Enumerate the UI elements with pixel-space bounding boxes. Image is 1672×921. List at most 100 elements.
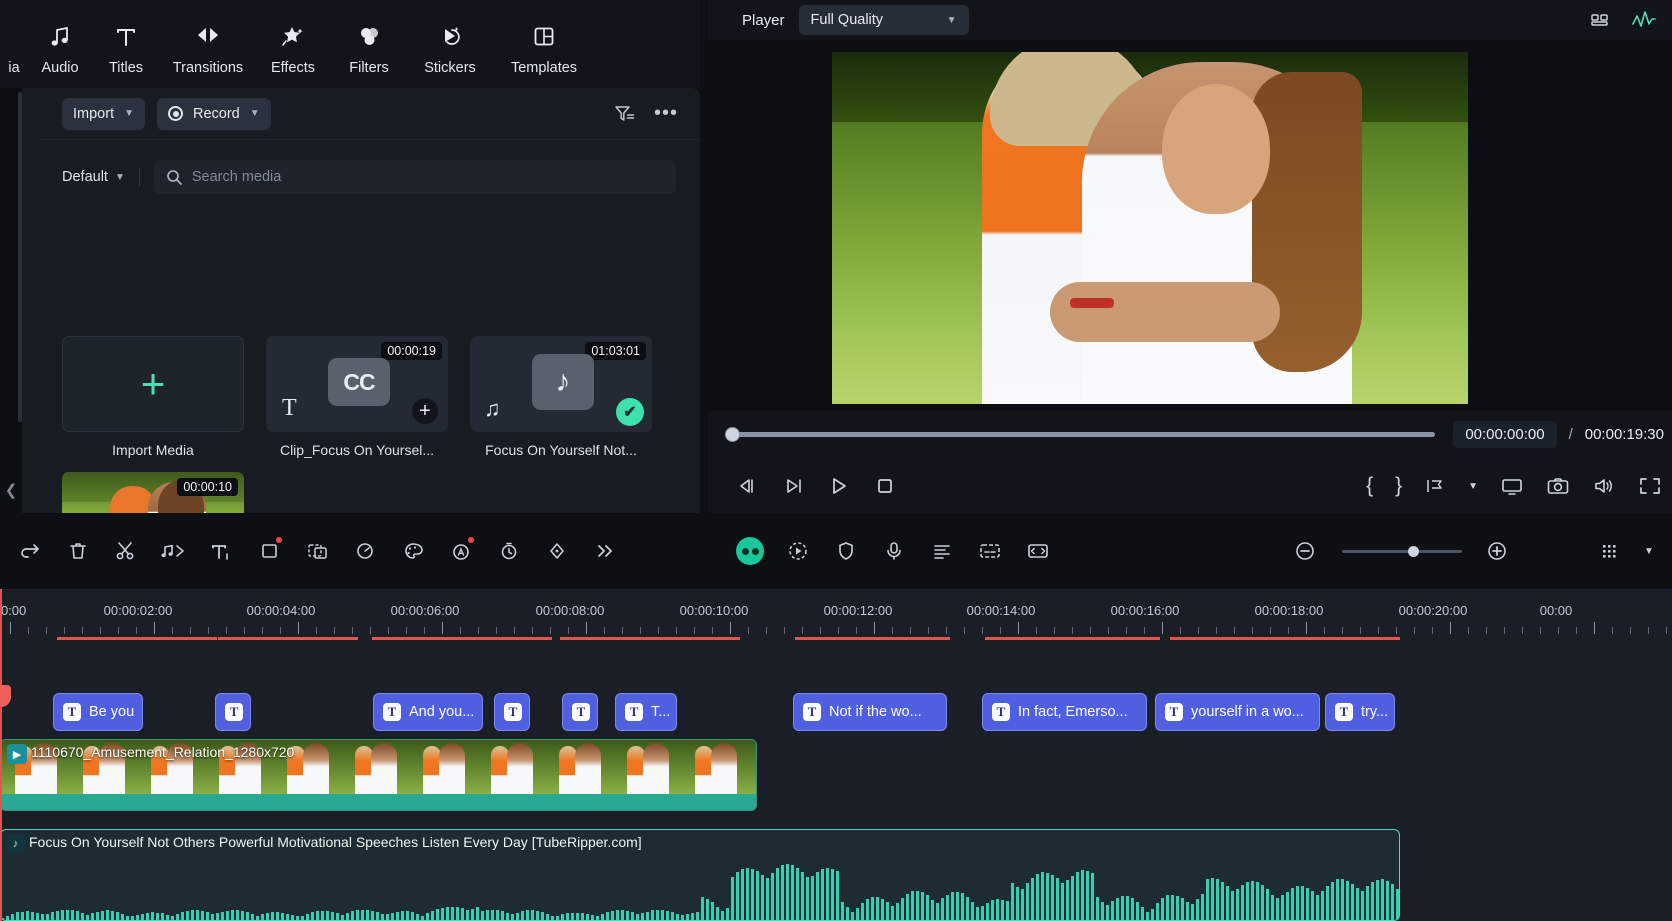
nav-item-transitions[interactable]: Transitions — [160, 0, 256, 88]
text-clip[interactable]: T — [215, 693, 251, 731]
play-pause-button[interactable] — [782, 476, 804, 496]
prev-frame-button[interactable] — [736, 476, 758, 496]
chevron-left-icon[interactable]: ❮ — [0, 473, 22, 507]
nav-item-stickers[interactable]: Stickers — [408, 0, 492, 88]
nav-item-titles[interactable]: Titles — [92, 0, 160, 88]
seek-handle[interactable] — [725, 426, 740, 442]
chevrons-right-icon[interactable] — [582, 529, 630, 573]
sort-dropdown[interactable]: Default ▼ — [62, 169, 125, 185]
ruler-tick — [892, 627, 893, 634]
quality-dropdown[interactable]: Full Quality ▼ — [798, 5, 969, 35]
video-preview-frame[interactable] — [832, 52, 1468, 404]
caption-clip-thumb[interactable]: 00:00:19 CC T + — [266, 336, 448, 432]
nav-label-transitions: Transitions — [172, 60, 244, 76]
timeline-playhead[interactable] — [0, 589, 11, 921]
stop-button[interactable] — [874, 476, 896, 496]
add-icon[interactable]: + — [412, 398, 438, 424]
monitor-icon[interactable] — [1500, 476, 1524, 496]
shield-icon[interactable] — [822, 529, 870, 573]
text-clip[interactable]: T Not if the wo... — [793, 693, 947, 731]
mark-out-button[interactable]: } — [1395, 474, 1402, 498]
speaker-icon[interactable] — [1592, 476, 1616, 496]
subtitle-icon[interactable] — [966, 529, 1014, 573]
text-clip[interactable]: T And you... — [373, 693, 483, 731]
ruler-tick — [676, 627, 677, 634]
chevron-down-icon[interactable]: ▼ — [1634, 529, 1664, 573]
fit-width-icon[interactable] — [1014, 529, 1062, 573]
audio-clip-thumb[interactable]: 01:03:01 ♪ ♫ ✔ — [470, 336, 652, 432]
ruler-tick — [1072, 627, 1073, 634]
play-icon[interactable]: ▶ — [7, 744, 27, 764]
trash-icon[interactable] — [54, 529, 102, 573]
more-horizontal-icon[interactable]: ••• — [654, 102, 678, 125]
audio-split-icon[interactable] — [150, 529, 198, 573]
audio-wave-icon[interactable] — [1632, 10, 1656, 30]
ruler-tick — [1540, 627, 1541, 634]
video-clip-footer — [1, 794, 756, 810]
zoom-slider[interactable] — [1342, 545, 1462, 557]
player-seek-slider[interactable] — [725, 426, 1436, 442]
media-card-import[interactable]: + Import Media — [62, 336, 244, 458]
import-button[interactable]: Import ▼ — [62, 97, 145, 130]
text-t-icon: T — [572, 703, 590, 721]
text-clip[interactable]: T In fact, Emerso... — [982, 693, 1147, 731]
ai-face-icon[interactable] — [726, 529, 774, 573]
ruler-tick — [1504, 627, 1505, 634]
text-clip[interactable]: Ttry... — [1325, 693, 1395, 731]
color-palette-icon[interactable] — [390, 529, 438, 573]
search-media-box[interactable] — [153, 160, 676, 194]
cc-icon: CC — [328, 358, 390, 406]
reframe-icon[interactable] — [774, 529, 822, 573]
redo-arrow-icon[interactable] — [6, 529, 54, 573]
add-text-icon[interactable] — [198, 529, 246, 573]
marker-icon[interactable] — [1424, 476, 1446, 496]
search-input[interactable] — [191, 169, 664, 185]
track-grid-icon[interactable] — [1586, 529, 1634, 573]
scissors-icon[interactable] — [102, 529, 150, 573]
camera-icon[interactable] — [1546, 476, 1570, 496]
video-clip[interactable]: ▶ 1110670_Amusement_Relation_1280x720 — [0, 739, 757, 811]
list-lines-icon[interactable] — [918, 529, 966, 573]
nav-item-media[interactable]: ia — [0, 0, 28, 88]
sort-dropdown-label: Default — [62, 169, 108, 185]
ruler-tick — [118, 627, 119, 634]
zoom-in-icon[interactable] — [1474, 529, 1522, 573]
current-timecode[interactable]: 00:00:00:00 — [1453, 420, 1557, 448]
zoom-slider-knob[interactable] — [1408, 545, 1419, 557]
ruler-tick — [172, 627, 173, 634]
nav-item-audio[interactable]: Audio — [28, 0, 92, 88]
play-button[interactable] — [828, 476, 850, 496]
timeline-ruler[interactable]: 00:00 00:00:02:00 00:00:04:00 00:00:06:00 00… — [0, 589, 1672, 645]
crop-icon[interactable] — [246, 529, 294, 573]
text-clip[interactable]: T — [494, 693, 530, 731]
text-clip[interactable]: T T... — [615, 693, 677, 731]
media-card-caption[interactable]: 00:00:19 CC T + Clip_Focus On Yoursel... — [266, 336, 448, 458]
grid-view-icon[interactable] — [1590, 10, 1612, 30]
record-button[interactable]: Record ▼ — [157, 97, 271, 130]
ai-speed-icon[interactable] — [438, 529, 486, 573]
stopwatch-icon[interactable] — [486, 529, 534, 573]
nav-item-effects[interactable]: Effects — [256, 0, 330, 88]
media-duration-badge: 01:03:01 — [585, 342, 646, 360]
chevron-down-icon[interactable]: ▼ — [1468, 481, 1478, 492]
keyframe-diamond-icon[interactable] — [534, 529, 582, 573]
panel-scroll-indicator[interactable] — [18, 92, 22, 422]
nav-item-filters[interactable]: Filters — [330, 0, 408, 88]
text-clip[interactable]: Tyourself in a wo... — [1155, 693, 1320, 731]
video-editor-window: ia Audio Titles Transitions Effects Filt… — [0, 0, 1672, 921]
zoom-out-icon[interactable] — [1282, 529, 1330, 573]
nav-item-templates[interactable]: Templates — [492, 0, 596, 88]
audio-clip[interactable]: ♪ Focus On Yourself Not Others Powerful … — [0, 829, 1400, 921]
expand-icon[interactable] — [1638, 476, 1662, 496]
import-media-thumb[interactable]: + — [62, 336, 244, 432]
filter-icon[interactable] — [614, 104, 636, 124]
mark-in-button[interactable]: { — [1366, 474, 1373, 498]
text-clip[interactable]: T — [562, 693, 598, 731]
ruler-tick — [154, 622, 155, 634]
ruler-tick — [1252, 627, 1253, 634]
mask-icon[interactable] — [294, 529, 342, 573]
microphone-icon[interactable] — [870, 529, 918, 573]
speed-gauge-icon[interactable] — [342, 529, 390, 573]
media-card-audio[interactable]: 01:03:01 ♪ ♫ ✔ Focus On Yourself Not... — [470, 336, 652, 458]
text-clip[interactable]: T Be you — [53, 693, 143, 731]
